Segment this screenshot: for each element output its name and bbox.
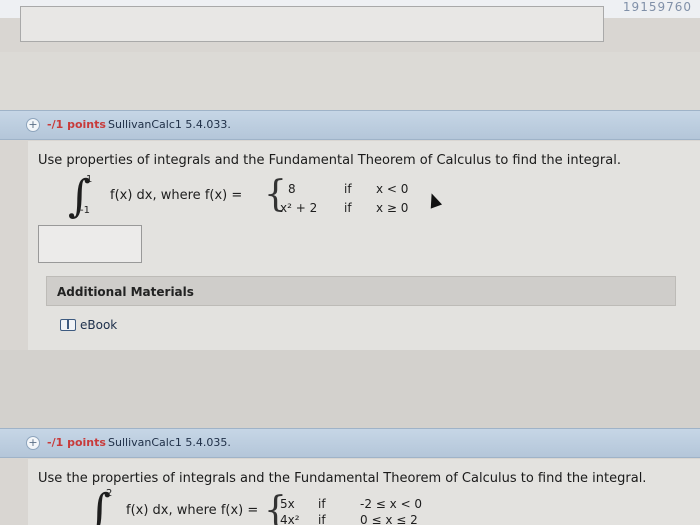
book-icon: [60, 319, 76, 331]
question-source: SullivanCalc1 5.4.035.: [108, 436, 231, 449]
question-prompt: Use the properties of integrals and the …: [38, 471, 647, 486]
question-source: SullivanCalc1 5.4.033.: [108, 118, 231, 131]
section-separator: [0, 350, 700, 430]
lower-limit: -1: [80, 205, 90, 216]
previous-answer-box[interactable]: [20, 6, 604, 42]
piece1-cond: -2 ≤ x < 0: [360, 497, 423, 511]
additional-materials-label: Additional Materials: [57, 285, 194, 299]
integrand: f(x) dx, where f(x) =: [110, 188, 243, 203]
answer-input[interactable]: [38, 225, 142, 263]
piece2-cond: x ≥ 0: [376, 201, 409, 215]
piece2-if: if: [318, 513, 326, 525]
additional-materials-bar: Additional Materials: [46, 276, 676, 306]
ebook-link[interactable]: eBook: [60, 318, 117, 332]
ebook-label: eBook: [80, 318, 118, 332]
question-header-1: + -/1 points SullivanCalc1 5.4.033.: [0, 110, 700, 140]
piece1-cond: x < 0: [376, 182, 409, 196]
question-prompt: Use properties of integrals and the Fund…: [38, 153, 621, 168]
upper-limit: 2: [106, 488, 113, 499]
piece2-if: if: [344, 201, 352, 215]
question-header-2: + -/1 points SullivanCalc1 5.4.035.: [0, 428, 700, 458]
url-fragment: 19159760: [622, 0, 692, 14]
question-body-2: Use the properties of integrals and the …: [28, 459, 700, 525]
gap-area: [0, 52, 700, 110]
piece1-if: if: [318, 497, 326, 511]
points-label: -/1 points: [47, 118, 106, 131]
expand-toggle-icon[interactable]: +: [26, 436, 40, 450]
piece2-expr: 4x²: [280, 513, 300, 525]
piece2-cond: 0 ≤ x ≤ 2: [360, 513, 418, 525]
expand-toggle-icon[interactable]: +: [26, 118, 40, 132]
upper-limit: 1: [86, 174, 93, 185]
piece1-expr: 8: [288, 182, 296, 196]
piece1-expr: 5x: [280, 497, 295, 511]
integrand: f(x) dx, where f(x) =: [126, 503, 259, 518]
piece1-if: if: [344, 182, 352, 196]
points-label: -/1 points: [47, 436, 106, 449]
piece2-expr: x² + 2: [280, 201, 318, 215]
